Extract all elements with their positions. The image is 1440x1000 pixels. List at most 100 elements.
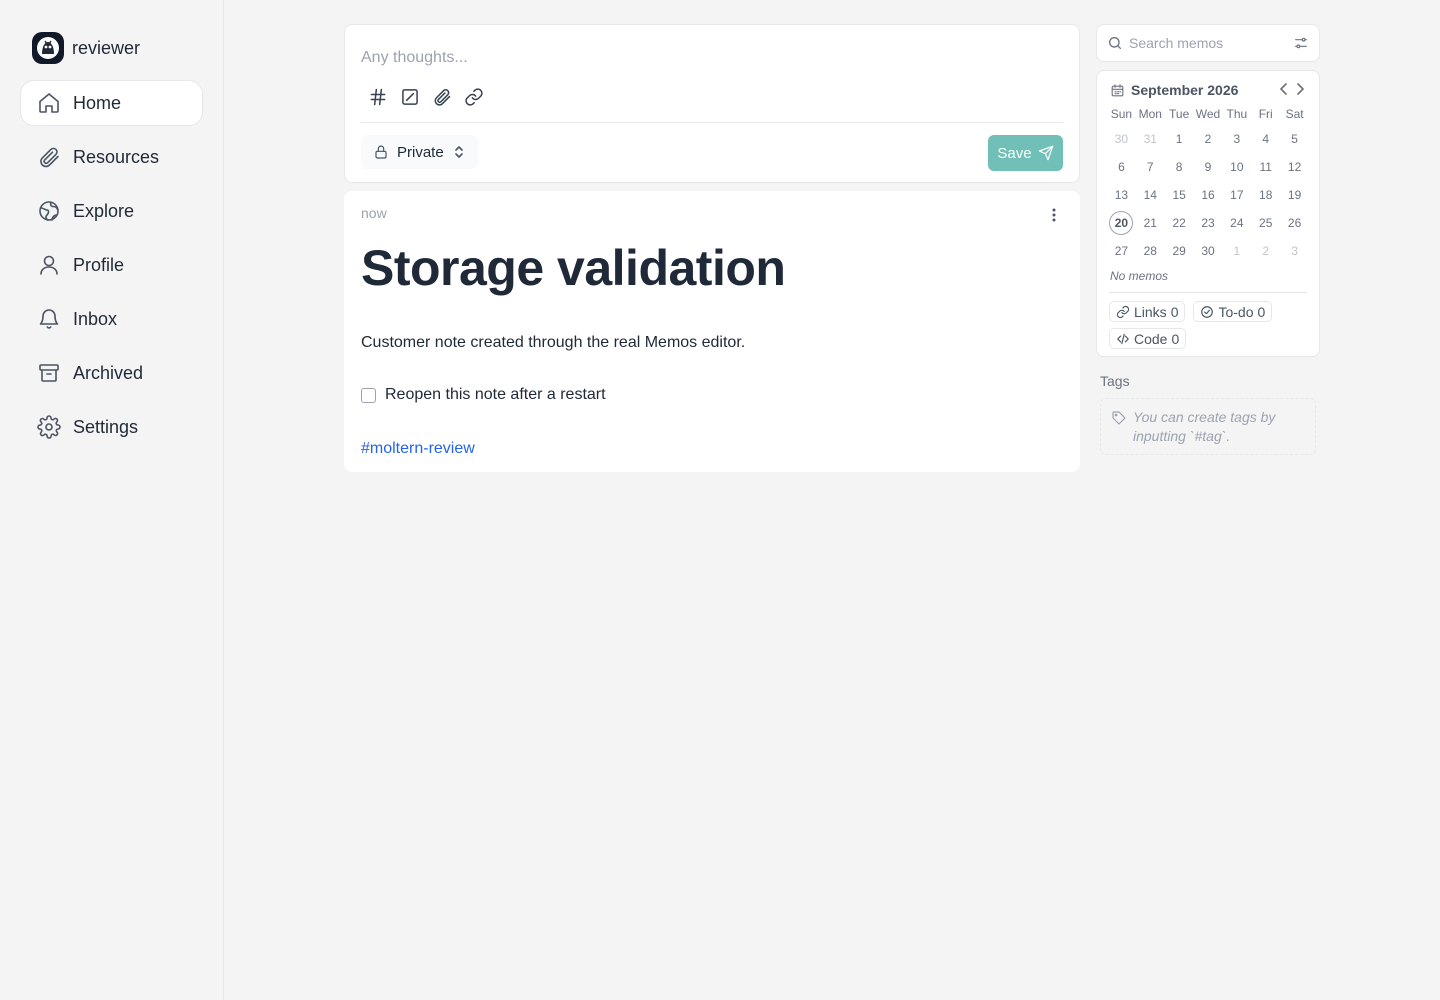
calendar-day[interactable]: 3 (1280, 237, 1309, 265)
calendar-day[interactable]: 30 (1107, 125, 1136, 153)
calendar-day[interactable]: 1 (1222, 237, 1251, 265)
prev-month-button[interactable] (1279, 83, 1289, 95)
calendar-day[interactable]: 19 (1280, 181, 1309, 209)
editor-toolbar (367, 86, 485, 108)
memo-editor-input[interactable] (361, 49, 1061, 67)
calendar-day[interactable]: 24 (1222, 209, 1251, 237)
insert-tag-button[interactable] (367, 86, 389, 108)
calendar-weekday: Tue (1169, 107, 1190, 121)
calendar-day[interactable]: 4 (1251, 125, 1280, 153)
calendar-day[interactable]: 28 (1136, 237, 1165, 265)
checkbox-icon (402, 89, 418, 105)
calendar-day-today[interactable]: 20 (1107, 209, 1136, 237)
calendar-day[interactable]: 18 (1251, 181, 1280, 209)
calendar-weekday: Wed (1195, 107, 1221, 121)
code-stat[interactable]: Code 0 (1109, 328, 1187, 349)
save-button-label: Save (997, 144, 1032, 162)
memo-timestamp[interactable]: now (361, 205, 387, 221)
calendar-day[interactable]: 29 (1165, 237, 1194, 265)
sidebar-item-profile[interactable]: Profile (20, 242, 203, 288)
tags-empty-text: You can create tags by inputting `#tag`. (1133, 409, 1276, 444)
link-icon (465, 88, 483, 106)
calendar-day[interactable]: 15 (1165, 181, 1194, 209)
calendar-nav (1279, 83, 1305, 95)
sidebar-item-resources[interactable]: Resources (20, 134, 203, 180)
calendar-day[interactable]: 3 (1222, 125, 1251, 153)
calendar-day[interactable]: 23 (1194, 209, 1223, 237)
calendar-day[interactable]: 27 (1107, 237, 1136, 265)
memo-tag-link[interactable]: #moltern-review (361, 440, 475, 458)
code-icon (1117, 333, 1129, 344)
code-stat-label: Code (1134, 330, 1168, 347)
insert-checkbox-button[interactable] (399, 86, 421, 108)
sidebar-item-archived[interactable]: Archived (20, 350, 203, 396)
sidebar-item-label: Inbox (73, 308, 118, 329)
calendar-day[interactable]: 2 (1251, 237, 1280, 265)
gear-icon (37, 415, 61, 439)
calendar-day[interactable]: 16 (1194, 181, 1223, 209)
username: reviewer (72, 37, 141, 58)
calendar-day[interactable]: 17 (1222, 181, 1251, 209)
calendar-day[interactable]: 22 (1165, 209, 1194, 237)
calendar-day[interactable]: 13 (1107, 181, 1136, 209)
calendar-day[interactable]: 5 (1280, 125, 1309, 153)
todo-stat-count: 0 (1257, 303, 1266, 320)
save-button[interactable]: Save (988, 135, 1063, 171)
calendar-day[interactable]: 1 (1165, 125, 1194, 153)
calendar-day[interactable]: 26 (1280, 209, 1309, 237)
todo-stat[interactable]: To-do 0 (1193, 301, 1273, 322)
memo-card: now Storage validation Customer note cre… (344, 191, 1080, 472)
tags-empty-hint: You can create tags by inputting `#tag`. (1100, 398, 1316, 455)
task-checkbox[interactable] (361, 387, 376, 403)
calendar-day[interactable]: 9 (1194, 153, 1223, 181)
calendar-day[interactable]: 10 (1222, 153, 1251, 181)
calendar-header: September 2026 (1110, 82, 1238, 98)
calendar-day[interactable]: 25 (1251, 209, 1280, 237)
sidebar-item-label: Archived (73, 362, 144, 383)
calendar-divider (1109, 292, 1307, 293)
calendar-weekday: Sun (1110, 107, 1133, 121)
calendar-day[interactable]: 7 (1136, 153, 1165, 181)
sidebar-item-home[interactable]: Home (20, 80, 203, 126)
calendar-grid: Sun Mon Tue Wed Thu Fri Sat 30 31 1 2 3 4 5 6 7 8 9 10 11 12… (1107, 107, 1309, 265)
calendar-no-memos: No memos (1110, 269, 1169, 283)
globe-icon (39, 201, 59, 221)
sidebar-item-settings[interactable]: Settings (20, 404, 203, 450)
links-stat[interactable]: Links 0 (1109, 301, 1186, 322)
lock-icon (375, 145, 387, 159)
hash-icon (370, 88, 386, 106)
avatar (32, 32, 64, 64)
sidebar-item-label: Explore (73, 200, 135, 221)
filter-settings-icon[interactable] (1293, 35, 1309, 51)
chevron-up-down-icon (454, 146, 463, 158)
calendar-weekday: Sat (1285, 107, 1304, 121)
calendar-month-label: September 2026 (1131, 82, 1239, 98)
link-icon (1116, 305, 1130, 318)
calendar-day[interactable]: 31 (1136, 125, 1165, 153)
home-icon (39, 93, 59, 113)
calendar-day[interactable]: 30 (1194, 237, 1223, 265)
calendar-day[interactable]: 2 (1194, 125, 1223, 153)
calendar-weekday: Mon (1138, 107, 1162, 121)
sidebar-nav: Home Resources Explore Profile Inbox Arc… (20, 80, 203, 458)
visibility-select[interactable]: Private (361, 135, 478, 169)
link-memo-button[interactable] (463, 86, 485, 108)
next-month-button[interactable] (1295, 83, 1305, 95)
sidebar-item-label: Resources (73, 146, 160, 167)
memo-body-text: Customer note created through the real M… (361, 334, 746, 351)
user-menu[interactable]: reviewer (32, 32, 140, 64)
attach-file-button[interactable] (431, 86, 453, 108)
calendar-day[interactable]: 21 (1136, 209, 1165, 237)
calendar-day[interactable]: 11 (1251, 153, 1280, 181)
calendar-day[interactable]: 14 (1136, 181, 1165, 209)
calendar-day[interactable]: 8 (1165, 153, 1194, 181)
calendar-day[interactable]: 6 (1107, 153, 1136, 181)
links-stat-label: Links (1134, 303, 1167, 320)
search-input[interactable] (1129, 35, 1287, 51)
sidebar-item-explore[interactable]: Explore (20, 188, 203, 234)
sidebar-item-inbox[interactable]: Inbox (20, 296, 203, 342)
memo-more-button[interactable] (1044, 205, 1064, 225)
archive-icon (39, 364, 59, 382)
calendar-day[interactable]: 12 (1280, 153, 1309, 181)
memo-task-item: Reopen this note after a restart (361, 386, 606, 404)
